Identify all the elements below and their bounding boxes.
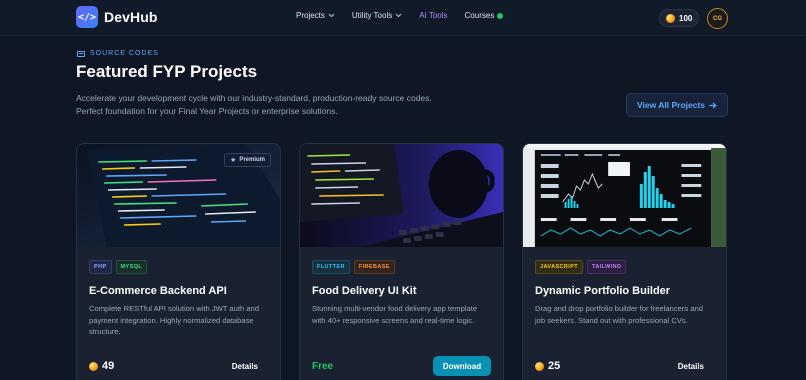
page-title: Featured FYP Projects — [76, 62, 258, 81]
brand-name: DevHub — [104, 9, 158, 25]
star-icon: ★ — [230, 157, 237, 164]
nav-ai-tools[interactable]: AI Tools — [419, 11, 447, 20]
tag-list: PHP MYSQL — [89, 260, 268, 274]
premium-label: Premium — [239, 157, 265, 163]
tag-php: PHP — [89, 260, 112, 274]
premium-badge: ★ Premium — [224, 153, 271, 167]
price-value: 49 — [102, 360, 115, 372]
view-all-projects-button[interactable]: View All Projects — [626, 93, 728, 117]
tag-flutter: FLUTTER — [312, 260, 350, 274]
tag-tailwind: TAILWIND — [587, 260, 627, 274]
nav-courses-label: Courses — [464, 11, 495, 20]
section-description: Accelerate your development cycle with o… — [76, 93, 432, 116]
keyboard-coffee-image — [300, 144, 503, 247]
price: 49 — [89, 360, 114, 372]
price: 25 — [535, 360, 560, 372]
nav-ai-tools-label: AI Tools — [419, 11, 448, 20]
nav-courses[interactable]: Courses — [465, 11, 504, 20]
card-body: FLUTTER FIREBASE Food Delivery UI Kit St… — [312, 260, 491, 326]
nav-projects[interactable]: Projects — [296, 11, 335, 20]
project-card[interactable]: ★ Premium PHP MYSQL E-Commerce Backend A… — [76, 143, 281, 380]
coin-icon — [89, 361, 98, 371]
brand-link[interactable]: </> DevHub — [76, 6, 158, 28]
coin-balance[interactable]: 100 — [659, 9, 700, 27]
tag-javascript: JAVASCRIPT — [535, 260, 584, 274]
chevron-down-icon — [395, 13, 402, 18]
card-footer: 25 Details — [535, 356, 714, 376]
card-description: Stunning multi-vendor food delivery app … — [312, 304, 478, 325]
view-all-label: View All Projects — [636, 100, 706, 110]
arrow-right-icon — [709, 102, 717, 108]
card-footer: Free Download — [312, 356, 491, 376]
details-button[interactable]: Details — [232, 362, 258, 371]
card-title: Food Delivery UI Kit — [312, 285, 417, 297]
details-button[interactable]: Details — [678, 362, 704, 371]
card-title: E-Commerce Backend API — [89, 285, 227, 297]
avatar[interactable]: CG — [707, 8, 728, 29]
card-body: PHP MYSQL E-Commerce Backend API Complet… — [89, 260, 268, 338]
eyebrow-label: SOURCE CODES — [90, 50, 159, 57]
tag-firebase: FIREBASE — [353, 260, 395, 274]
project-card[interactable]: JAVASCRIPT TAILWIND Dynamic Portfolio Bu… — [522, 143, 727, 380]
card-body: JAVASCRIPT TAILWIND Dynamic Portfolio Bu… — [535, 260, 714, 326]
coin-icon — [535, 361, 544, 371]
price-free: Free — [312, 360, 334, 372]
code-logo-icon: </> — [76, 6, 98, 28]
nav-projects-label: Projects — [296, 11, 325, 20]
download-button[interactable]: Download — [433, 356, 491, 376]
card-footer: 49 Details — [89, 356, 268, 376]
card-description: Drag and drop portfolio builder for free… — [535, 304, 704, 325]
project-card[interactable]: FLUTTER FIREBASE Food Delivery UI Kit St… — [299, 143, 504, 380]
tag-mysql: MYSQL — [115, 260, 148, 274]
price-value: 25 — [548, 360, 561, 372]
section-eyebrow: SOURCE CODES — [77, 50, 159, 57]
tag-list: JAVASCRIPT TAILWIND — [535, 260, 714, 274]
coin-icon — [666, 13, 675, 23]
nav-utility-tools-label: Utility Tools — [351, 11, 393, 20]
card-description: Complete RESTful API solution with JWT a… — [89, 304, 259, 336]
tag-list: FLUTTER FIREBASE — [312, 260, 491, 274]
status-dot-icon — [497, 12, 504, 19]
card-title: Dynamic Portfolio Builder — [535, 285, 671, 297]
chevron-down-icon — [328, 13, 335, 18]
dashboard-image — [523, 144, 726, 247]
nav-utility-tools[interactable]: Utility Tools — [352, 11, 402, 20]
coin-balance-value: 100 — [679, 13, 693, 23]
code-window-icon — [77, 50, 85, 57]
top-navbar: </> DevHub Projects Utility Tools AI Too… — [0, 0, 806, 36]
nav-links: Projects Utility Tools AI Tools Courses — [296, 11, 520, 20]
